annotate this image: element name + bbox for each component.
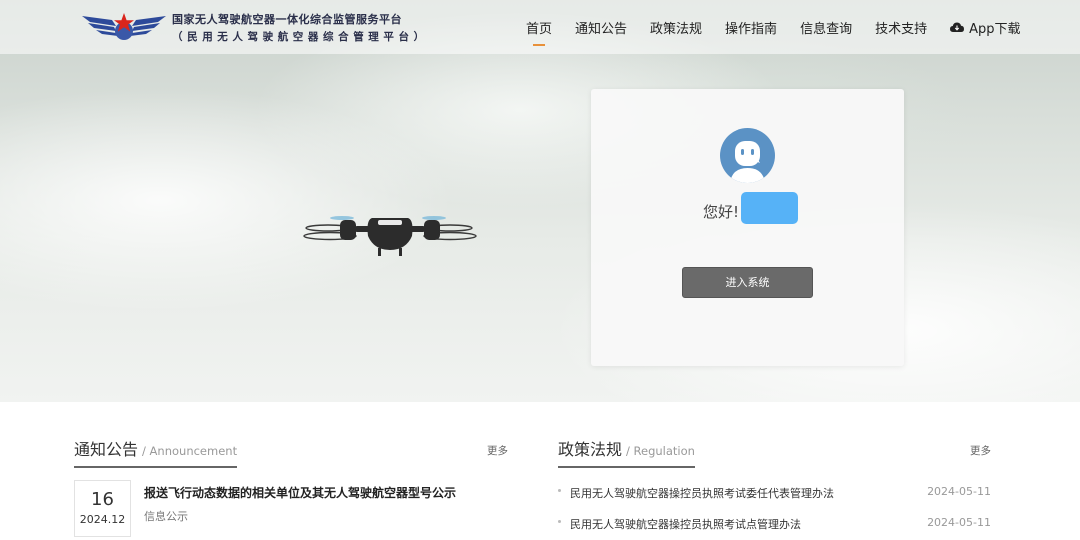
app-download-label: App下载 xyxy=(969,22,1021,37)
brand-title: 国家无人驾驶航空器一体化综合监管服务平台 （民用无人驾驶航空器综合管理平台） xyxy=(172,11,429,44)
nav-guide[interactable]: 操作指南 xyxy=(725,18,777,37)
announcement-item-category: 信息公示 xyxy=(144,510,188,523)
announcement-heading: 通知公告 / Announcement xyxy=(74,436,238,468)
announcement-day: 16 xyxy=(91,489,114,510)
list-item: 民用无人驾驶航空器操控员执照考试点管理办法 2024-05-11 xyxy=(558,513,991,540)
hero-banner xyxy=(0,0,1080,402)
list-item: 民用无人驾驶航空器操控员执照考试委任代表管理办法 2024-05-11 xyxy=(558,482,991,513)
robot-avatar-icon xyxy=(730,141,765,183)
policy-item-date: 2024-05-11 xyxy=(927,516,991,529)
policy-item-title[interactable]: 民用无人驾驶航空器操控员执照考试委任代表管理办法 xyxy=(570,485,834,501)
announcement-item-title[interactable]: 报送飞行动态数据的相关单位及其无人驾驶航空器型号公示 xyxy=(144,484,456,501)
policy-title: 政策法规 xyxy=(558,440,623,459)
nav-policies[interactable]: 政策法规 xyxy=(650,18,702,37)
policy-heading: 政策法规 / Regulation xyxy=(558,436,695,468)
main-nav: 首页 通知公告 政策法规 操作指南 信息查询 技术支持 App下载 xyxy=(526,18,1044,37)
policy-list: 民用无人驾驶航空器操控员执照考试委任代表管理办法 2024-05-11 民用无人… xyxy=(558,482,991,540)
brand-line1: 国家无人驾驶航空器一体化综合监管服务平台 xyxy=(172,13,402,26)
nav-app-download[interactable]: App下载 xyxy=(950,18,1021,37)
bullet-dot-icon xyxy=(558,489,561,492)
drone-image xyxy=(303,216,477,256)
announcement-year-month: 2024.12 xyxy=(79,513,126,526)
nav-tech-support[interactable]: 技术支持 xyxy=(875,18,927,37)
top-header: 国家无人驾驶航空器一体化综合监管服务平台 （民用无人驾驶航空器综合管理平台） 首… xyxy=(0,0,1080,54)
policy-item-date: 2024-05-11 xyxy=(927,485,991,498)
caac-logo xyxy=(82,13,166,40)
login-card: 您好! 进入系统 xyxy=(591,89,904,366)
brand-line2: （民用无人驾驶航空器综合管理平台） xyxy=(172,31,429,43)
policy-more-link[interactable]: 更多 xyxy=(970,443,991,458)
policy-subtitle: / Regulation xyxy=(626,444,695,458)
nav-info-query[interactable]: 信息查询 xyxy=(800,18,852,37)
announcement-item: 16 2024.12 报送飞行动态数据的相关单位及其无人驾驶航空器型号公示 信息… xyxy=(74,480,508,540)
announcement-title: 通知公告 xyxy=(74,440,139,459)
avatar xyxy=(720,128,775,183)
policy-item-title[interactable]: 民用无人驾驶航空器操控员执照考试点管理办法 xyxy=(570,516,801,532)
announcement-more-link[interactable]: 更多 xyxy=(487,443,508,458)
announcement-subtitle: / Announcement xyxy=(142,444,238,458)
announcement-section: 通知公告 / Announcement 更多 16 2024.12 报送飞行动态数… xyxy=(74,436,508,537)
nav-announcements[interactable]: 通知公告 xyxy=(575,18,627,37)
announcement-date-box: 16 2024.12 xyxy=(74,480,131,537)
policy-section: 政策法规 / Regulation 更多 民用无人驾驶航空器操控员执照考试委任代表… xyxy=(558,436,991,531)
enter-system-button[interactable]: 进入系统 xyxy=(682,267,813,298)
cloud-download-icon xyxy=(950,22,965,32)
greeting-text: 您好! xyxy=(703,203,740,221)
nav-home[interactable]: 首页 xyxy=(526,18,552,37)
bullet-dot-icon xyxy=(558,520,561,523)
username-chip xyxy=(741,192,798,224)
